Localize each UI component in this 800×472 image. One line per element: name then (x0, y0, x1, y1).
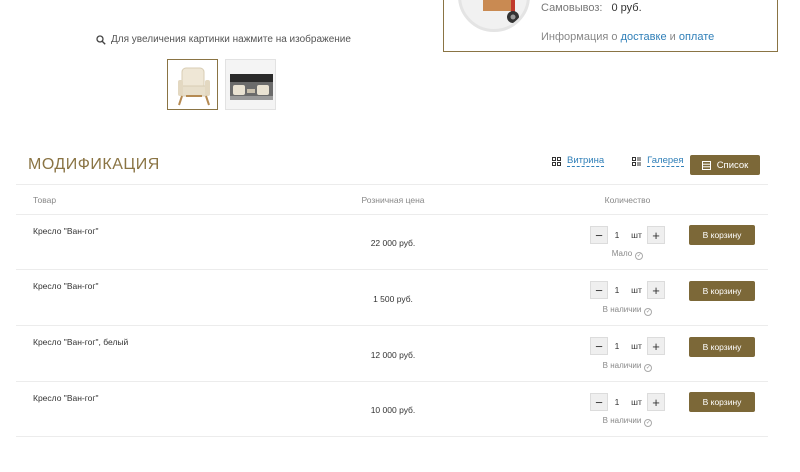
info-prefix: Информация о (541, 31, 618, 43)
image-thumbnails (167, 59, 276, 110)
quantity-stepper: − 1 шт + (590, 281, 665, 299)
payment-link[interactable]: оплате (679, 31, 714, 43)
product-price: 12 000 руб. (370, 350, 416, 360)
zoom-hint: Для увеличения картинки нажмите на изобр… (96, 34, 351, 45)
list-icon (701, 160, 711, 170)
column-header-quantity: Количество (604, 195, 651, 205)
stock-status-text: В наличии (602, 305, 642, 314)
view-showcase-label: Витрина (567, 155, 605, 167)
view-switcher: Витрина Галерея (552, 155, 712, 167)
stock-status: Мало ✓ (590, 249, 665, 260)
product-price: 10 000 руб. (370, 405, 416, 415)
delivery-info-row: Информация о доставке и оплате (541, 31, 714, 43)
product-name[interactable]: Кресло "Ван-гог", белый (33, 337, 128, 347)
stock-status: В наличии ✓ (590, 416, 665, 427)
product-name[interactable]: Кресло "Ван-гог" (33, 281, 99, 291)
pickup-label: Самовывоз: (541, 2, 603, 14)
quantity-value[interactable]: 1 (608, 397, 626, 407)
search-icon (96, 34, 106, 45)
quantity-value[interactable]: 1 (608, 230, 626, 240)
quantity-stepper: − 1 шт + (590, 226, 665, 244)
check-circle-icon: ✓ (644, 364, 653, 372)
quantity-unit: шт (631, 285, 642, 295)
view-gallery-link[interactable]: Галерея (632, 155, 684, 167)
decrement-button[interactable]: − (590, 337, 608, 355)
pickup-row: Самовывоз: 0 руб. (541, 2, 642, 14)
product-price: 22 000 руб. (370, 238, 416, 248)
view-list-label: Список (716, 159, 749, 171)
zoom-hint-text: Для увеличения картинки нажмите на изобр… (111, 34, 351, 45)
delivery-link[interactable]: доставке (621, 31, 667, 43)
increment-button[interactable]: + (647, 226, 665, 244)
divider (16, 436, 768, 437)
add-to-cart-button[interactable]: В корзину (689, 392, 755, 412)
stock-status: В наличии ✓ (590, 305, 665, 316)
view-showcase-link[interactable]: Витрина (552, 155, 605, 167)
quantity-stepper: − 1 шт + (590, 337, 665, 355)
delivery-truck-image (458, 0, 530, 32)
divider (16, 184, 768, 185)
grid-icon (552, 156, 561, 166)
add-to-cart-button[interactable]: В корзину (689, 337, 755, 357)
column-header-product: Товар (33, 195, 57, 205)
pickup-value: 0 руб. (611, 2, 642, 14)
divider (16, 381, 768, 382)
stock-status-text: В наличии (602, 361, 642, 370)
add-to-cart-button[interactable]: В корзину (689, 281, 755, 301)
check-circle-icon: ✓ (644, 308, 653, 316)
divider (16, 269, 768, 270)
quantity-value[interactable]: 1 (608, 341, 626, 351)
quantity-stepper: − 1 шт + (590, 393, 665, 411)
stock-status-text: Мало (611, 249, 633, 258)
check-circle-icon: ✓ (644, 419, 653, 427)
divider (16, 325, 768, 326)
info-and: и (669, 31, 676, 43)
quantity-unit: шт (631, 230, 642, 240)
divider (16, 214, 768, 215)
product-name[interactable]: Кресло "Ван-гог" (33, 226, 99, 236)
delivery-info-box: Самовывоз: 0 руб. Информация о доставке … (443, 0, 778, 52)
increment-button[interactable]: + (647, 281, 665, 299)
quantity-value[interactable]: 1 (608, 285, 626, 295)
gallery-icon (632, 156, 642, 166)
stock-status: В наличии ✓ (590, 361, 665, 372)
view-list-button[interactable]: Список (690, 155, 760, 175)
decrement-button[interactable]: − (590, 281, 608, 299)
decrement-button[interactable]: − (590, 226, 608, 244)
view-gallery-label: Галерея (647, 155, 684, 167)
column-header-price: Розничная цена (361, 195, 425, 205)
check-circle-icon: ✓ (635, 252, 644, 260)
thumbnail-interior[interactable] (225, 59, 276, 110)
quantity-unit: шт (631, 397, 642, 407)
increment-button[interactable]: + (647, 393, 665, 411)
quantity-unit: шт (631, 341, 642, 351)
increment-button[interactable]: + (647, 337, 665, 355)
product-price: 1 500 руб. (373, 294, 413, 304)
thumbnail-armchair[interactable] (167, 59, 218, 110)
decrement-button[interactable]: − (590, 393, 608, 411)
add-to-cart-button[interactable]: В корзину (689, 225, 755, 245)
product-name[interactable]: Кресло "Ван-гог" (33, 393, 99, 403)
section-title: МОДИФИКАЦИЯ (28, 156, 160, 173)
stock-status-text: В наличии (602, 416, 642, 425)
